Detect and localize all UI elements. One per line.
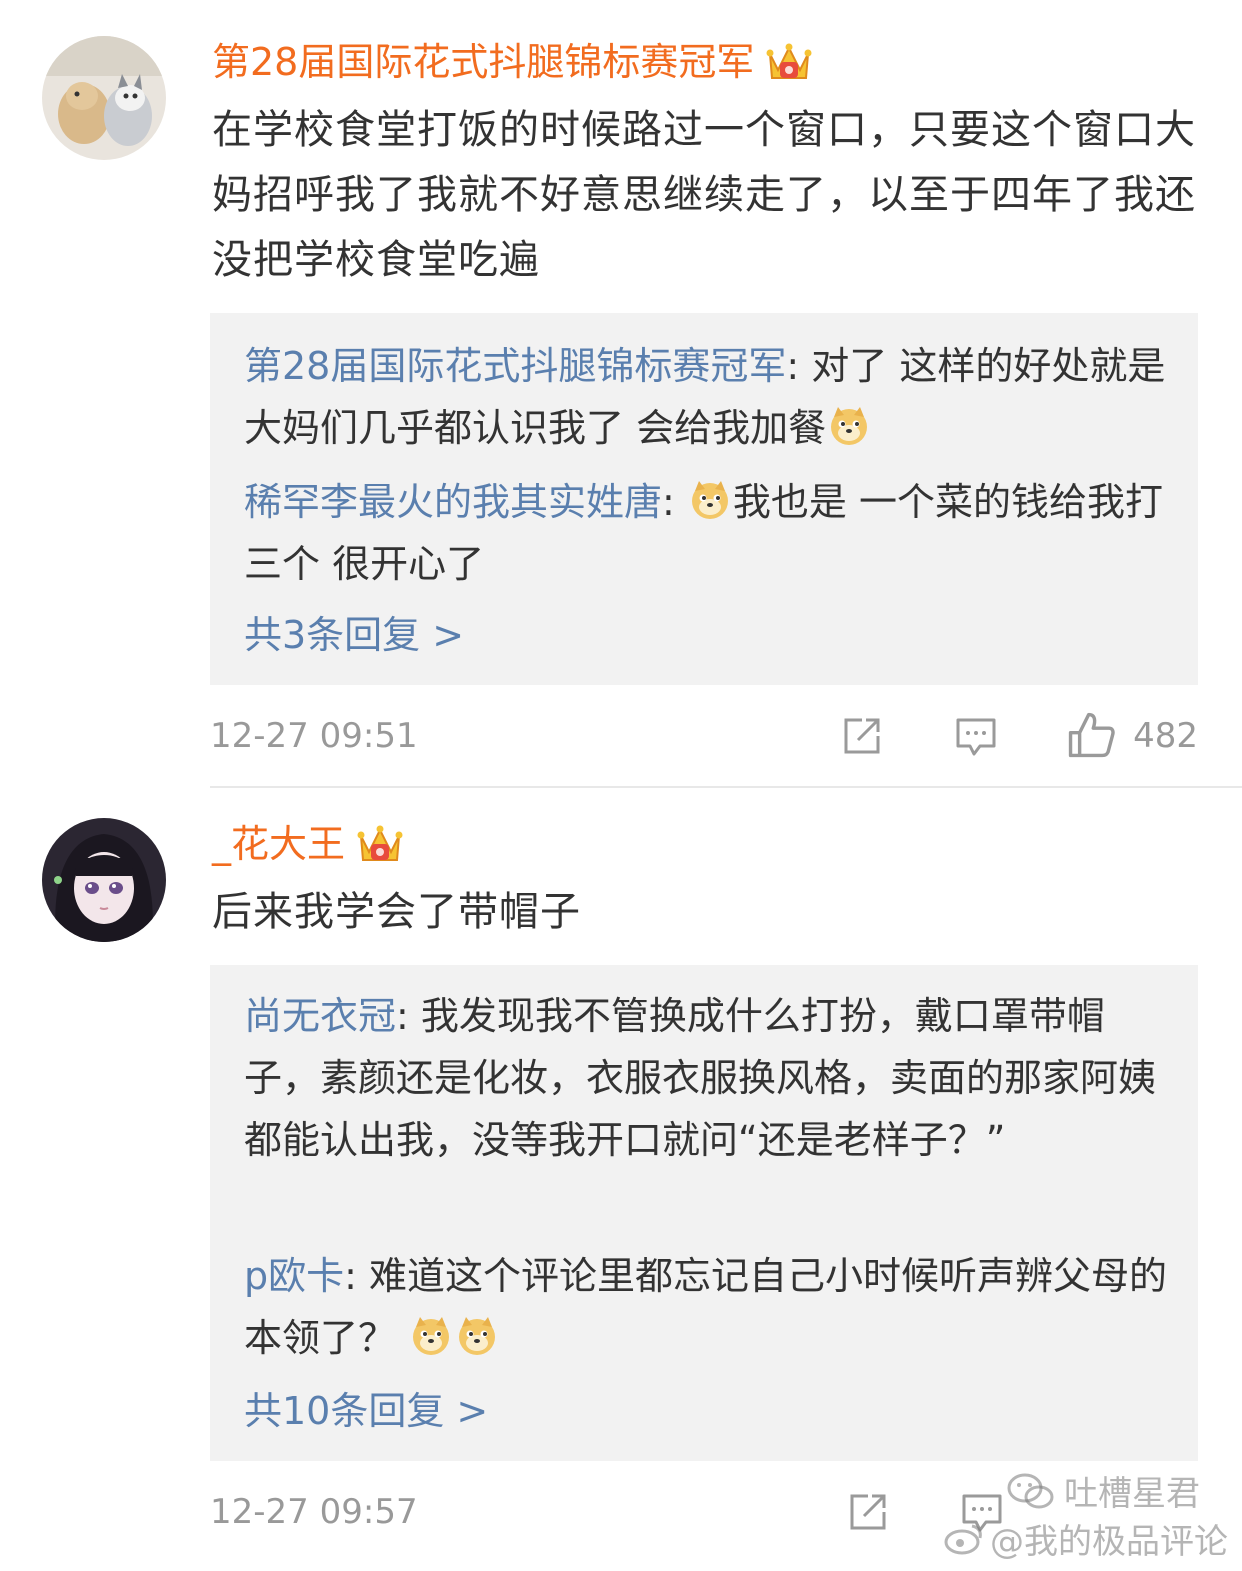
doge-emoji-icon xyxy=(459,1317,496,1355)
reply-separator: : xyxy=(344,1254,357,1298)
reply-username[interactable]: p欧卡 xyxy=(244,1254,344,1298)
crown-badge-icon xyxy=(357,825,403,861)
wechat-logo-icon xyxy=(1007,1473,1054,1508)
doge-emoji-icon xyxy=(831,407,868,445)
view-more-replies-link[interactable]: 共3条回复 > xyxy=(244,609,464,661)
user-avatar[interactable] xyxy=(42,36,166,160)
share-icon[interactable] xyxy=(846,1490,890,1534)
share-icon[interactable] xyxy=(840,714,884,758)
reply-separator: : xyxy=(786,344,800,388)
crown-badge-icon xyxy=(766,43,812,79)
user-avatar[interactable] xyxy=(42,818,166,942)
reply-username[interactable]: 尚无衣冠 xyxy=(244,994,396,1038)
comment-text: 后来我学会了带帽子 xyxy=(212,889,581,935)
username-text[interactable]: _花大王 xyxy=(212,818,345,870)
doge-emoji-icon xyxy=(413,1317,450,1355)
comment-icon[interactable] xyxy=(954,714,998,758)
doge-emoji-icon xyxy=(691,481,728,519)
comment-username[interactable]: 第28届国际花式抖腿锦标赛冠军 xyxy=(212,36,812,88)
like-count: 482 xyxy=(1133,716,1198,756)
watermark-account: 吐槽星君 xyxy=(1006,1466,1200,1515)
reply-separator: : xyxy=(396,994,409,1038)
reply-box[interactable]: 第28届国际花式抖腿锦标赛冠军: 对了 这样的好处就是大妈们几乎都认识我了 会给… xyxy=(210,313,1198,685)
comment-footer: 12-27 09:51 482 xyxy=(210,706,1198,766)
reply-item[interactable]: p欧卡: 难道这个评论里都忘记自己小时候听声辨父母的本领了？ xyxy=(244,1245,1174,1369)
comment-divider xyxy=(210,786,1242,788)
comment-username[interactable]: _花大王 xyxy=(212,818,403,870)
username-text[interactable]: 第28届国际花式抖腿锦标赛冠军 xyxy=(212,36,754,88)
reply-item[interactable]: 第28届国际花式抖腿锦标赛冠军: 对了 这样的好处就是大妈们几乎都认识我了 会给… xyxy=(244,335,1174,459)
watermark-weibo: @我的极品评论 xyxy=(944,1514,1228,1563)
reply-box[interactable]: 尚无衣冠: 我发现我不管换成什么打扮，戴口罩带帽子，素颜还是化妆，衣服衣服换风格… xyxy=(210,965,1198,1461)
reply-username[interactable]: 第28届国际花式抖腿锦标赛冠军 xyxy=(244,344,786,388)
reply-item[interactable]: 尚无衣冠: 我发现我不管换成什么打扮，戴口罩带帽子，素颜还是化妆，衣服衣服换风格… xyxy=(244,985,1174,1171)
reply-username[interactable]: 稀罕李最火的我其实姓唐 xyxy=(244,480,662,524)
weibo-logo-icon xyxy=(944,1524,982,1554)
comment-timestamp: 12-27 09:57 xyxy=(210,1492,418,1532)
reply-separator: : xyxy=(662,480,675,524)
view-more-replies-link[interactable]: 共10条回复 > xyxy=(244,1385,488,1437)
comment-timestamp: 12-27 09:51 xyxy=(210,716,418,756)
comment-text: 在学校食堂打饭的时候路过一个窗口，只要这个窗口大妈招呼我了我就不好意思继续走了，… xyxy=(212,107,1196,283)
watermark-account-text: 吐槽星君 xyxy=(1064,1474,1200,1514)
like-icon[interactable] xyxy=(1066,710,1116,760)
avatar-dogs-image xyxy=(42,36,166,160)
avatar-anime-girl-image xyxy=(42,818,166,942)
watermark-weibo-text: @我的极品评论 xyxy=(990,1522,1228,1562)
reply-text: 难道这个评论里都忘记自己小时候听声辨父母的本领了？ xyxy=(244,1254,1168,1360)
reply-item[interactable]: 稀罕李最火的我其实姓唐: 我也是 一个菜的钱给我打三个 很开心了 xyxy=(244,471,1174,595)
